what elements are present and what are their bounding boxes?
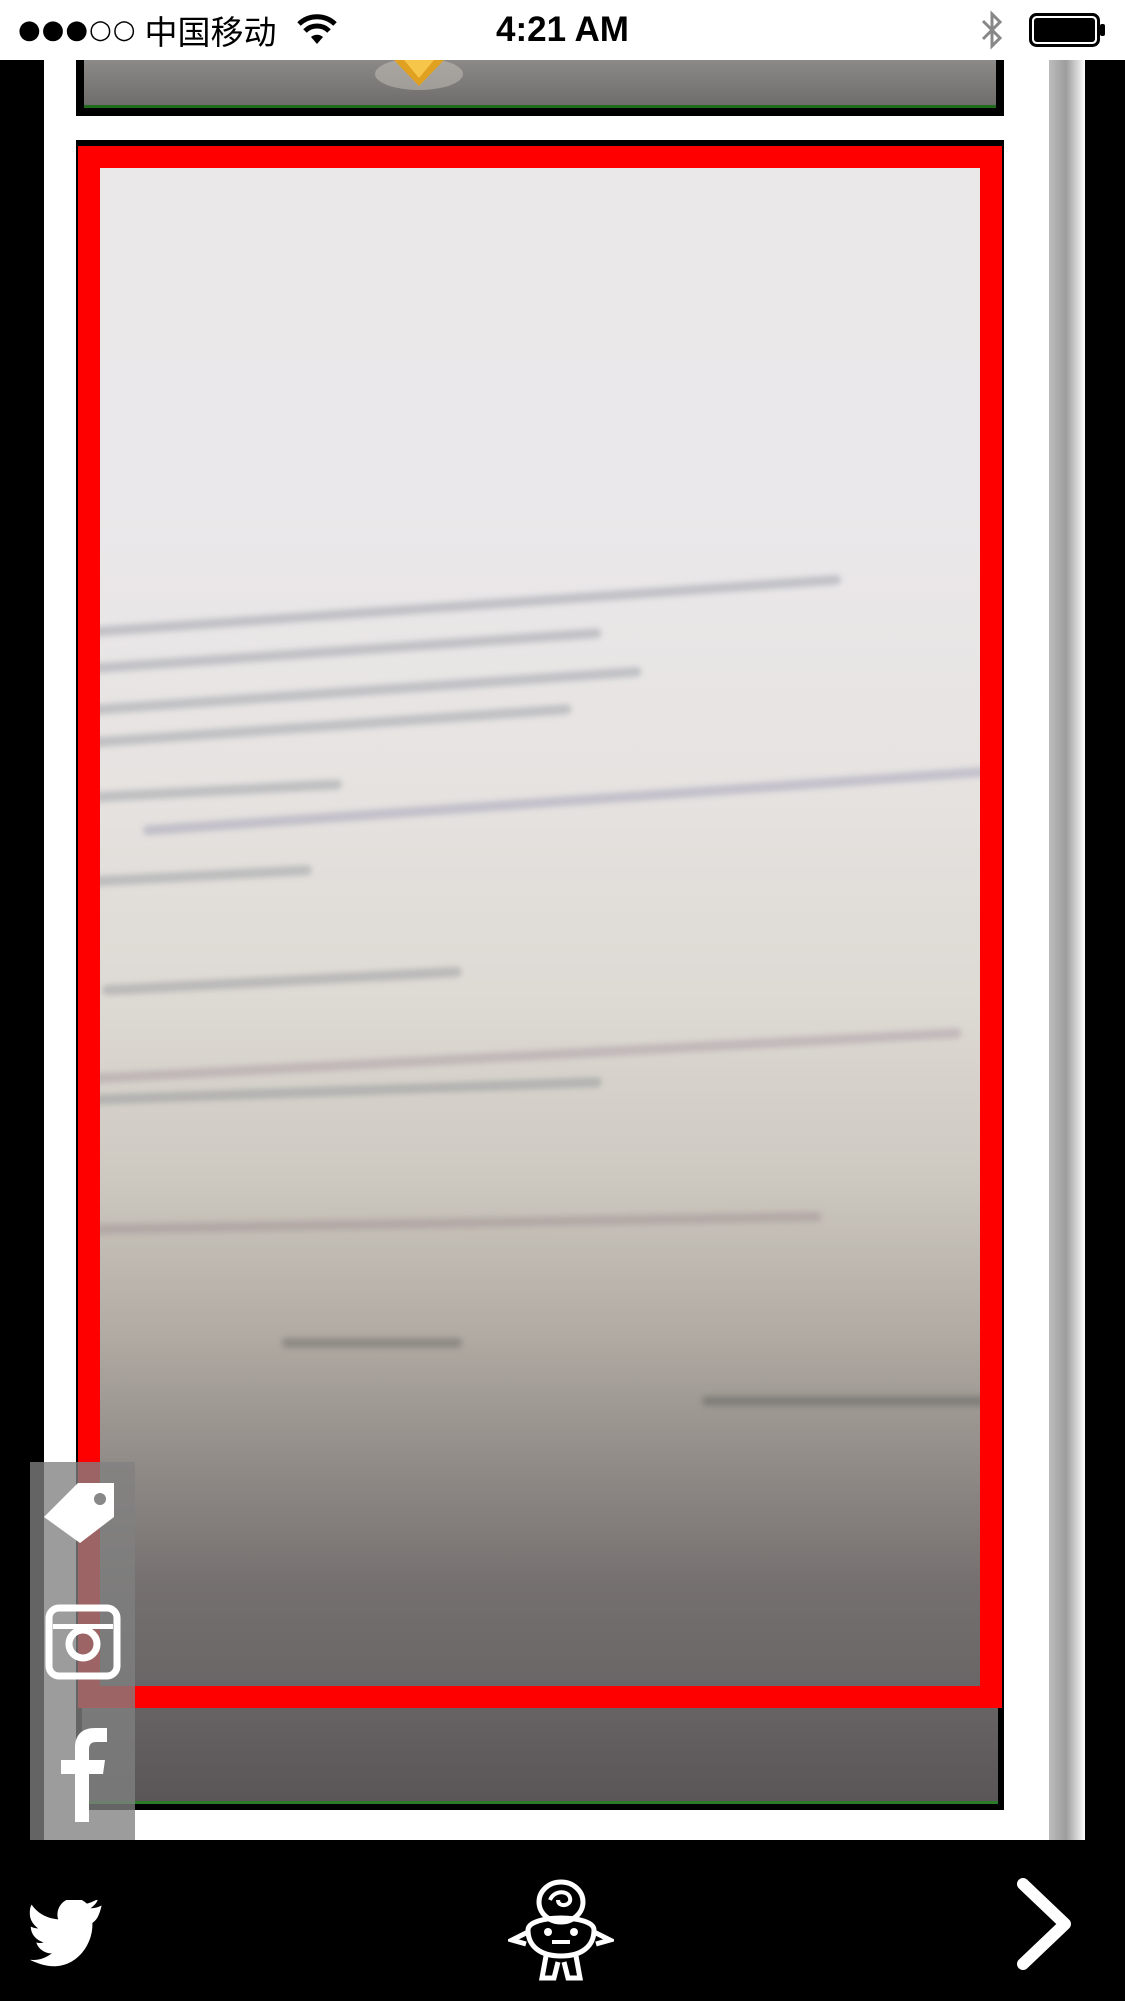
selection-box[interactable] <box>78 146 1002 1708</box>
instagram-icon <box>45 1604 120 1680</box>
facebook-button[interactable] <box>30 1722 135 1822</box>
battery-icon <box>1029 13 1105 47</box>
previous-panel-image <box>84 60 996 108</box>
status-bar: ●●●○○ 中国移动 4:21 AM <box>0 0 1125 60</box>
twitter-icon[interactable] <box>28 1900 108 1970</box>
bluetooth-icon <box>981 10 1003 50</box>
mascot-icon[interactable] <box>508 1870 614 1985</box>
previous-panel[interactable] <box>76 60 1004 116</box>
tag-button[interactable] <box>30 1462 135 1562</box>
facebook-icon <box>60 1728 107 1822</box>
chevron-right-icon[interactable] <box>1015 1878 1075 1970</box>
clock: 4:21 AM <box>496 10 629 49</box>
bottom-toolbar <box>0 1840 1125 2001</box>
instagram-button[interactable] <box>30 1592 135 1692</box>
tag-icon <box>43 1483 114 1543</box>
status-right <box>979 8 1107 52</box>
share-strip <box>30 1462 135 1840</box>
gem-icon <box>375 60 463 90</box>
